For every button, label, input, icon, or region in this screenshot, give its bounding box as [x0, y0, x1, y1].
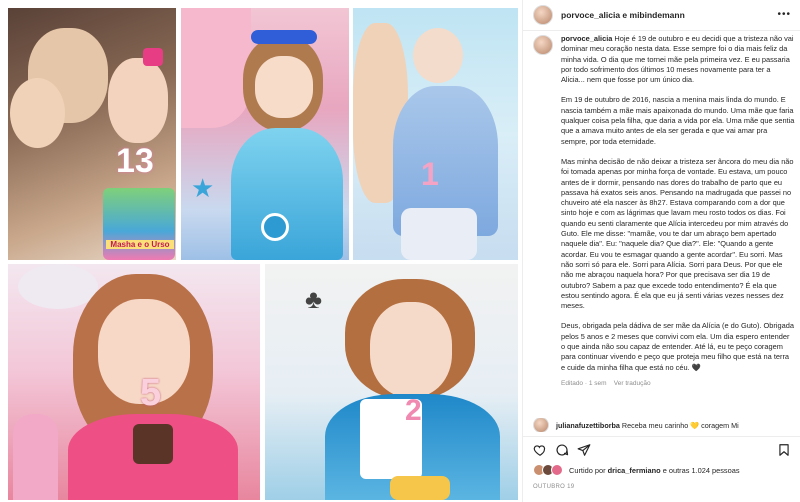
post-photo-collage[interactable]: 13 Masha e o Urso ★ 1 5 ♣ 2	[0, 0, 522, 502]
blue-headband	[251, 30, 317, 44]
post-date[interactable]: OUTUBRO 19	[533, 484, 574, 490]
see-translation-link[interactable]: Ver tradução	[614, 380, 651, 387]
cake-number-candle: 1	[421, 156, 439, 192]
edited-label: Editado · 1 sem	[561, 379, 607, 387]
pink-bow	[143, 48, 163, 66]
post-details-panel: porvoce_alicia e mibindemann ••• porvoce…	[522, 0, 800, 502]
candle-number: 5	[140, 372, 162, 414]
comment-icon[interactable]	[555, 443, 569, 457]
child-figure	[108, 58, 168, 143]
toddler-face	[370, 302, 452, 397]
caption-paragraph: Em 19 de outubro de 2016, nascia a menin…	[561, 95, 795, 146]
post-caption: porvoce_alicia Hoje é 19 de outubro e eu…	[533, 34, 795, 404]
candle-number: 2	[405, 394, 422, 427]
girl-face	[255, 56, 313, 118]
avatar	[551, 464, 563, 476]
likes-suffix[interactable]: e outras 1.024 pessoas	[663, 466, 740, 475]
likes-summary: Curtido por drica_fermiano e outras 1.02…	[533, 464, 740, 476]
post-header: porvoce_alicia e mibindemann •••	[523, 0, 800, 31]
photo-tile-birthday-cake: 13 Masha e o Urso	[8, 8, 176, 260]
caption-paragraph: Mas minha decisão de não deixar a triste…	[561, 156, 794, 311]
cartoon-backdrop	[181, 8, 251, 128]
caption-username[interactable]: porvoce_alicia	[561, 34, 612, 43]
cloud-cake	[401, 208, 477, 260]
photo-tile-baby-first-birthday: 1	[353, 8, 518, 260]
birthday-cake	[103, 188, 175, 260]
photo-tile-toddler-alice-dress: ♣ 2	[265, 264, 518, 500]
lollipop	[261, 213, 289, 241]
cake-base	[390, 476, 450, 500]
liker-avatars	[533, 464, 563, 476]
send-icon[interactable]	[577, 443, 591, 457]
cupcake	[133, 424, 173, 464]
frozen-dress	[231, 128, 343, 260]
cake-banner: Masha e o Urso	[106, 240, 174, 249]
caption-text: porvoce_alicia Hoje é 19 de outubro e eu…	[561, 34, 795, 404]
post-author-name[interactable]: porvoce_alicia e mibindemann	[561, 10, 685, 20]
eye-backdrop	[18, 264, 98, 309]
comment-item: julianafuzettiborba Receba meu carinho 💛…	[533, 418, 795, 432]
cake-number-candle: 13	[116, 142, 154, 180]
avatar[interactable]	[533, 35, 553, 55]
star-candle-icon: ★	[191, 173, 215, 203]
more-horizontal-icon[interactable]: •••	[777, 9, 791, 20]
caption-meta: Editado · 1 sem Ver tradução	[561, 379, 795, 389]
avatar[interactable]	[533, 5, 553, 25]
photo-tile-girl-frozen-dress: ★	[181, 8, 349, 260]
likes-prefix: Curtido por	[569, 465, 606, 475]
doll-topper	[13, 414, 58, 500]
photo-tile-girl-blowing-candle: 5	[8, 264, 260, 500]
caption-paragraph: Deus, obrigada pela dádiva de ser mãe da…	[561, 321, 794, 372]
comment-username[interactable]: julianafuzettiborba	[556, 421, 620, 430]
avatar[interactable]	[533, 418, 549, 432]
club-card-icon: ♣	[305, 284, 323, 314]
comment-text: Receba meu carinho 💛 coragem Mi	[621, 420, 739, 430]
post-actions-bar	[523, 436, 800, 461]
bookmark-icon[interactable]	[777, 443, 791, 457]
toddler-figure	[10, 78, 65, 148]
baby-face	[413, 28, 463, 83]
likes-user-link[interactable]: drica_fermiano	[608, 466, 661, 475]
heart-icon[interactable]	[533, 443, 547, 457]
